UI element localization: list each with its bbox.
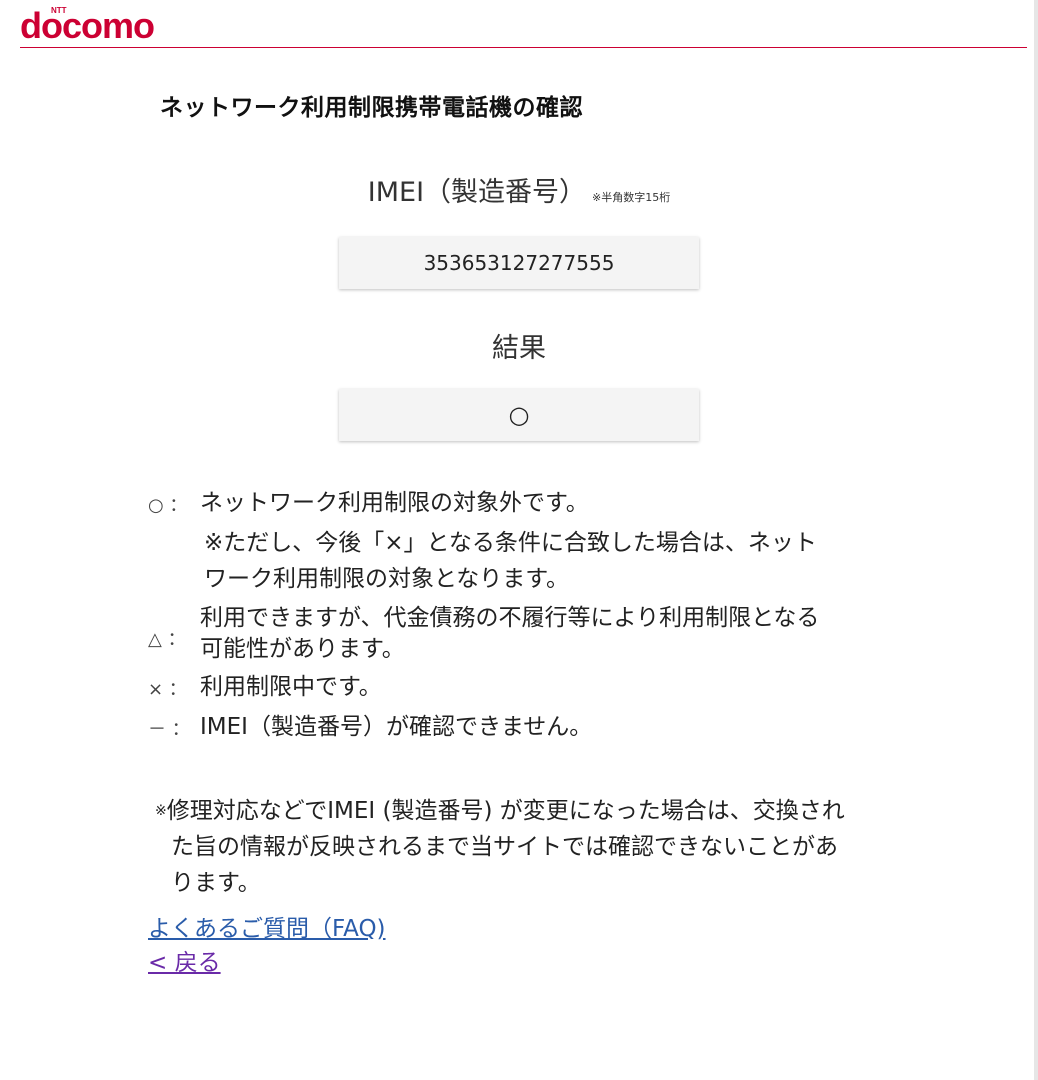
imei-label: IMEI（製造番号） ※半角数字15桁 — [0, 170, 1038, 209]
header-divider — [20, 47, 1027, 48]
result-legend: ○ ： ネットワーク利用制限の対象外です。 ※ただし、今後「×」となる条件に合致… — [148, 485, 908, 749]
header: NTT docomo — [0, 0, 1038, 50]
legend-mark-triangle: △ ： — [148, 629, 186, 650]
legend-mark-dash: － ： — [148, 719, 190, 740]
imei-value: 353653127277555 — [423, 251, 615, 275]
legend-item-circle: ○ ： ネットワーク利用制限の対象外です。 — [148, 485, 908, 521]
page-title: ネットワーク利用制限携帯電話機の確認 — [160, 95, 583, 121]
legend-mark-circle: ○ ： — [148, 495, 188, 516]
docomo-logo[interactable]: NTT docomo — [20, 2, 180, 46]
legend-mark-cross: × ： — [148, 679, 187, 700]
imei-label-text: IMEI（製造番号） — [367, 177, 587, 208]
result-value: ○ — [508, 401, 530, 429]
faq-link[interactable]: よくあるご質問（FAQ) — [148, 912, 386, 946]
notice-line-1: ※修理対応などでIMEI (製造番号) が変更になった場合は、交換され — [155, 793, 895, 829]
legend-text-dash: IMEI（製造番号）が確認できません。 — [200, 714, 593, 740]
legend-item-cross: × ： 利用制限中です。 — [148, 669, 908, 705]
result-value-field: ○ — [339, 389, 699, 441]
notice-line-3: ります。 — [171, 870, 261, 896]
notice-mark: ※ — [155, 803, 167, 819]
legend-text-triangle-line1: 利用できますが、代金債務の不履行等により利用制限となる — [200, 605, 820, 631]
imei-note: ※半角数字15桁 — [592, 191, 671, 204]
notice-line-2: た旨の情報が反映されるまで当サイトでは確認できないことがあ — [171, 834, 838, 860]
back-link[interactable]: < 戻る — [148, 946, 386, 980]
footer-links: よくあるご質問（FAQ) < 戻る — [148, 912, 386, 980]
legend-text-circle: ネットワーク利用制限の対象外です。 — [200, 490, 589, 516]
legend-sub-circle-2: ワーク利用制限の対象となります。 — [204, 566, 570, 592]
legend-text-cross: 利用制限中です。 — [200, 674, 382, 700]
scrollbar-track[interactable] — [1034, 0, 1038, 1080]
legend-text-triangle: 利用できますが、代金債務の不履行等により利用制限となる 可能性があります。 — [200, 603, 819, 665]
imei-value-field: 353653127277555 — [339, 237, 699, 289]
legend-text-triangle-line2: 可能性があります。 — [200, 636, 405, 662]
notice-line-1-text: 修理対応などでIMEI (製造番号) が変更になった場合は、交換され — [166, 798, 845, 824]
legend-item-triangle: △ ： 利用できますが、代金債務の不履行等により利用制限となる 可能性があります… — [148, 603, 908, 665]
imei-change-notice: ※修理対応などでIMEI (製造番号) が変更になった場合は、交換され た旨の情… — [155, 793, 895, 901]
legend-item-dash: － ： IMEI（製造番号）が確認できません。 — [148, 709, 908, 745]
legend-sub-circle-1: ※ただし、今後「×」となる条件に合致した場合は、ネット — [204, 530, 817, 556]
result-label: 結果 — [492, 333, 546, 364]
logo-text: docomo — [20, 5, 154, 46]
page: NTT docomo ネットワーク利用制限携帯電話機の確認 IMEI（製造番号）… — [0, 0, 1038, 1080]
